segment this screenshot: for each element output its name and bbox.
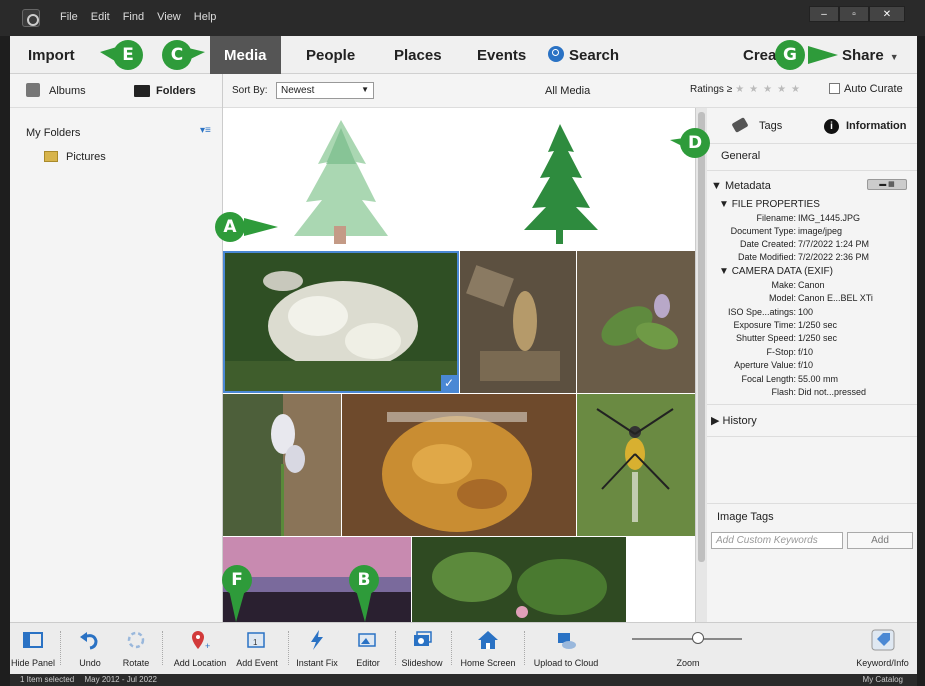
- callout-f: F: [222, 565, 252, 595]
- callout-e: E: [113, 40, 143, 70]
- callout-pointers: [100, 46, 838, 622]
- callout-g: G: [775, 40, 805, 70]
- callout-b: B: [349, 565, 379, 595]
- callout-d: D: [680, 128, 710, 158]
- callout-c: C: [162, 40, 192, 70]
- callout-a: A: [215, 212, 245, 242]
